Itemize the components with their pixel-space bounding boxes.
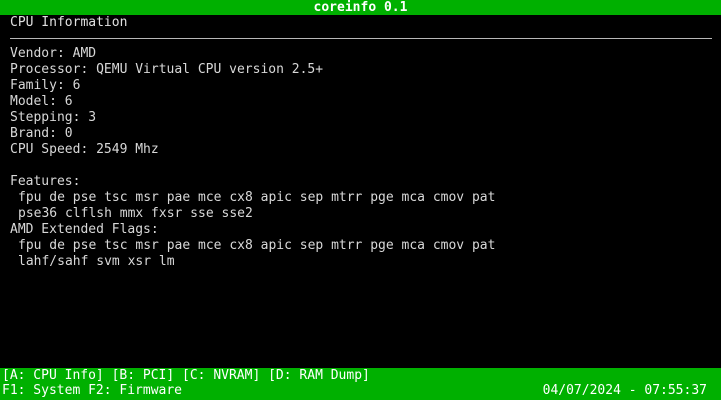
features-line: pse36 clflsh mmx fxsr sse sse2 [18, 206, 253, 221]
cpu-speed-line: CPU Speed: 2549 Mhz [10, 142, 159, 157]
features-line: fpu de pse tsc msr pae mce cx8 apic sep … [18, 190, 496, 205]
clock: 04/07/2024 - 07:55:37 [542, 383, 707, 398]
function-key-menu[interactable]: F1: System F2: Firmware [2, 383, 182, 399]
amd-flags-line: lahf/sahf svm xsr lm [18, 254, 175, 269]
app-title: coreinfo 0.1 [313, 0, 408, 15]
model-line: Model: 6 [10, 94, 73, 109]
title-bar: coreinfo 0.1 [0, 0, 721, 15]
stepping-line: Stepping: 3 [10, 110, 97, 125]
brand-line: Brand: 0 [10, 126, 73, 141]
features-heading: Features: [10, 174, 81, 189]
menu-tabs[interactable]: [A: CPU Info] [B: PCI] [C: NVRAM] [D: RA… [2, 368, 370, 384]
divider [10, 38, 712, 39]
vendor-line: Vendor: AMD [10, 46, 97, 61]
family-line: Family: 6 [10, 78, 81, 93]
processor-line: Processor: QEMU Virtual CPU version 2.5+ [10, 62, 324, 77]
section-title: CPU Information [10, 15, 128, 30]
amd-flags-heading: AMD Extended Flags: [10, 222, 159, 237]
amd-flags-line: fpu de pse tsc msr pae mce cx8 apic sep … [18, 238, 496, 253]
